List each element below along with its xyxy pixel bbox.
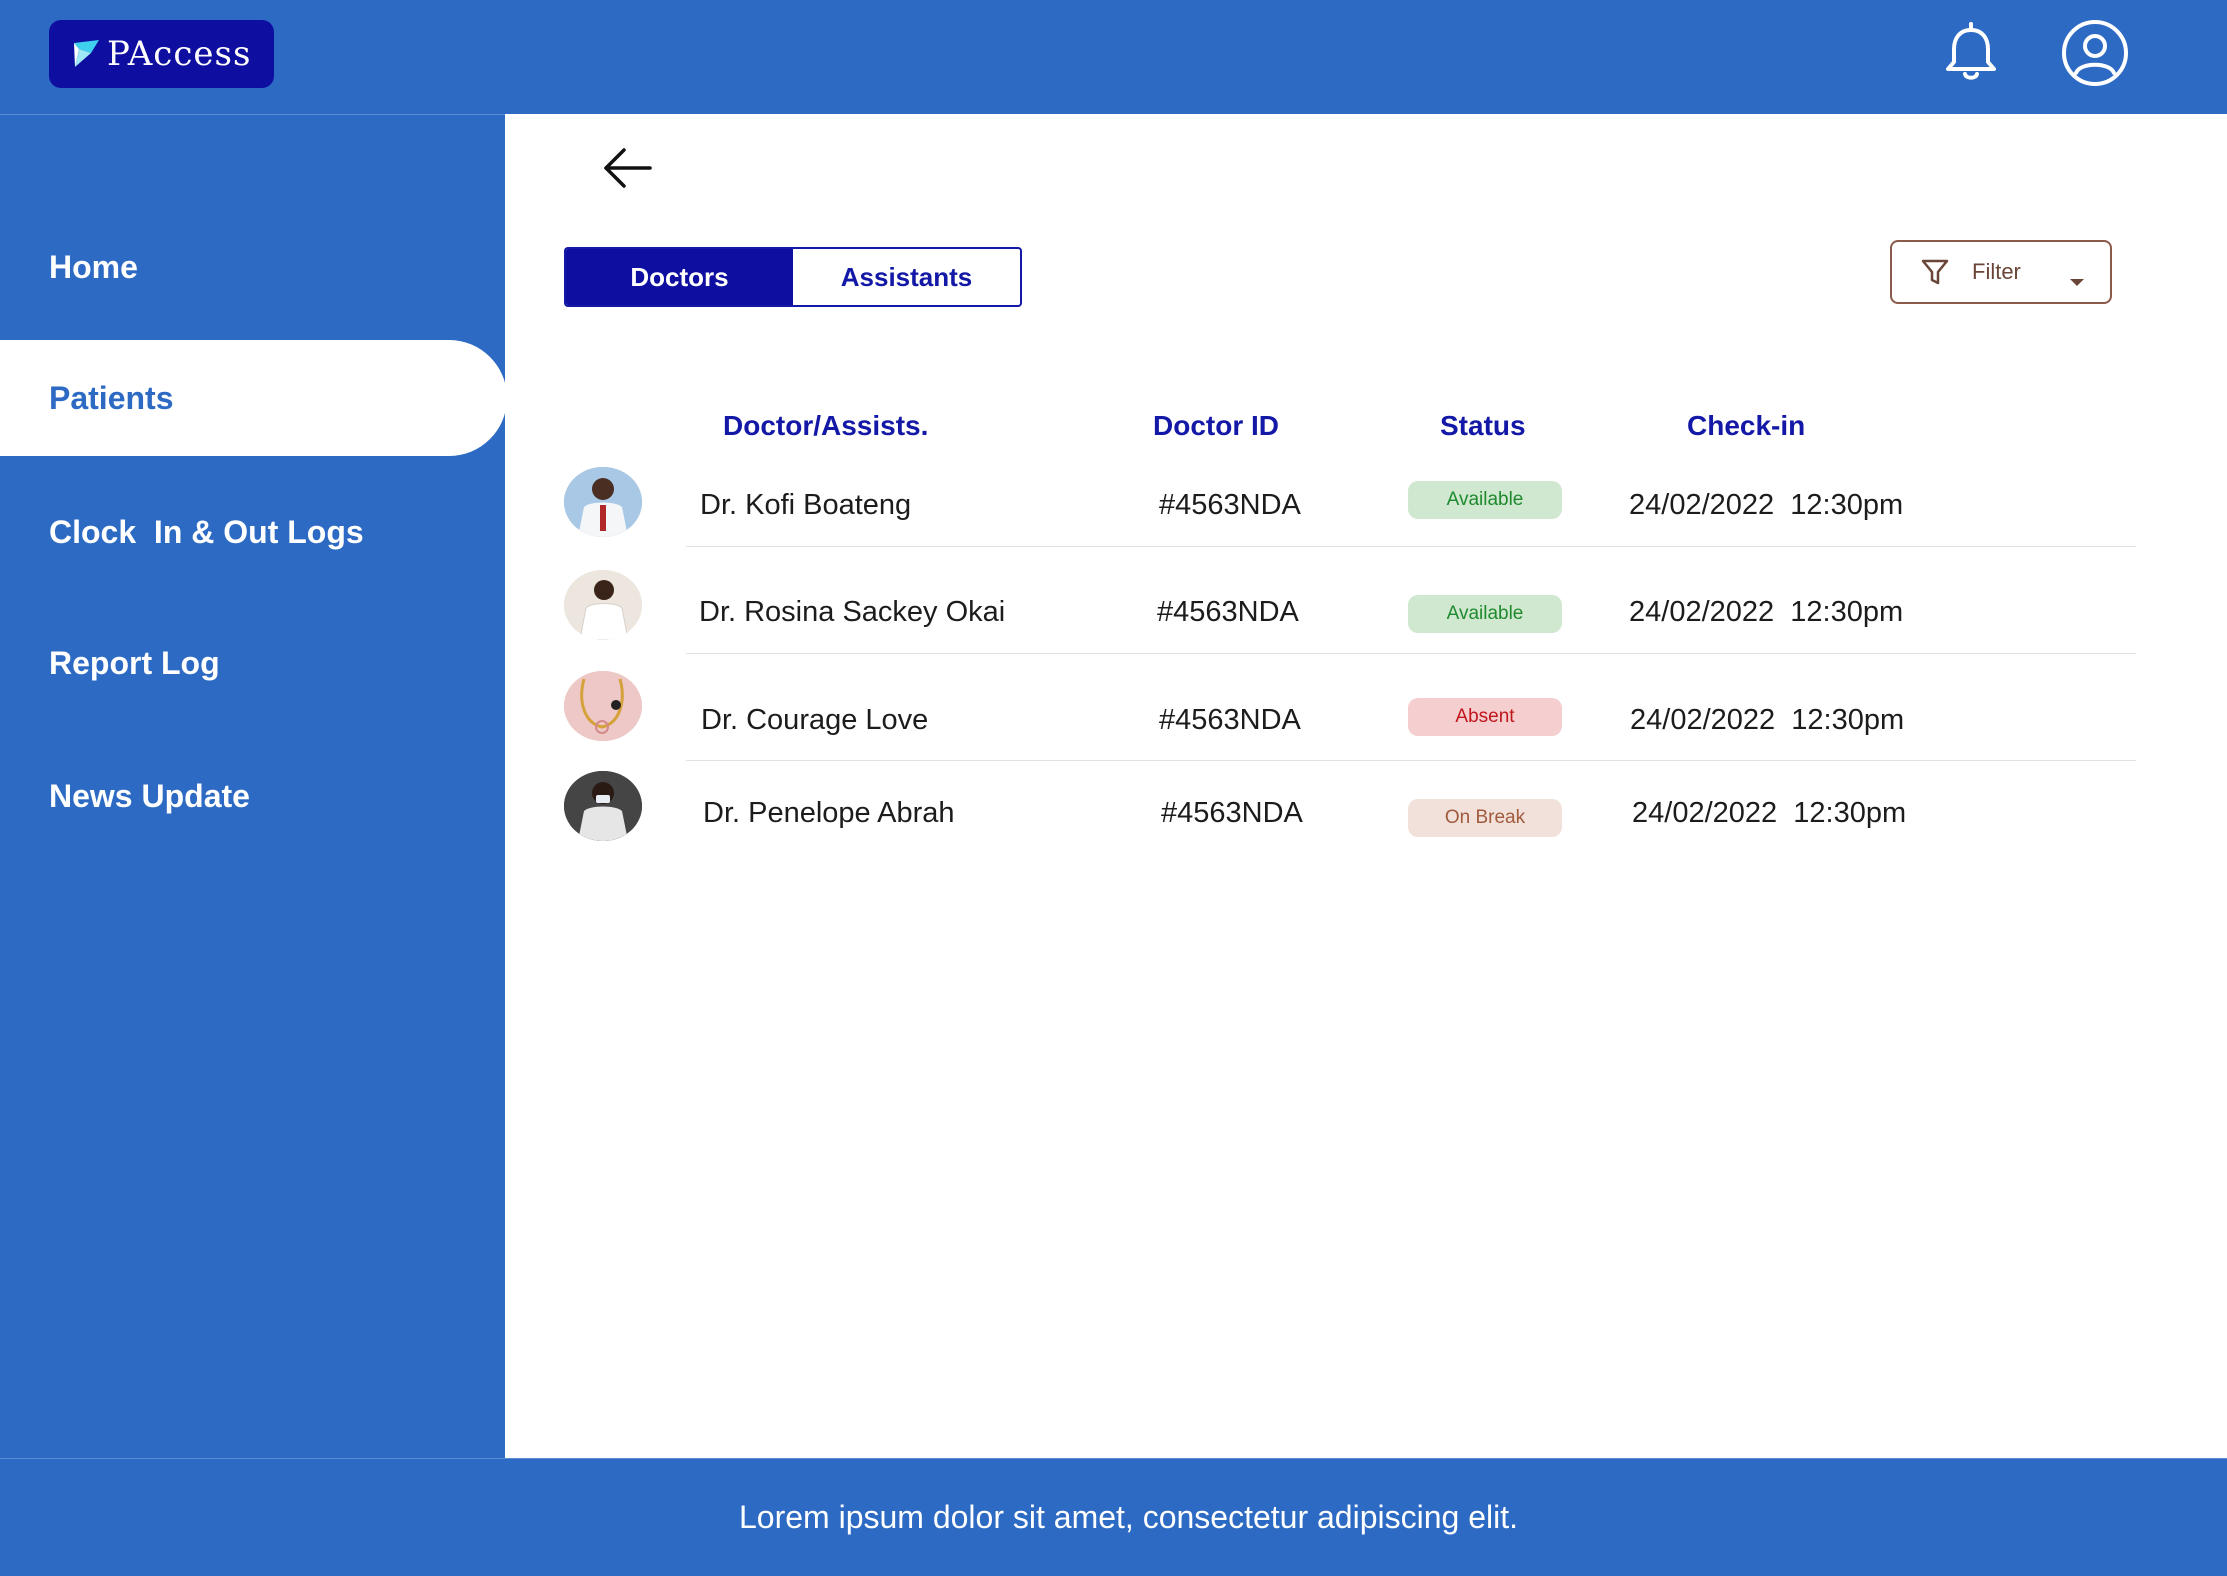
sidebar-item-patients[interactable]: Patients	[0, 340, 507, 456]
sidebar-item-label: Patients	[49, 379, 174, 416]
sidebar-item-label: News Update	[49, 777, 250, 814]
avatar	[564, 570, 642, 640]
check-in-time: 24/02/2022 12:30pm	[1629, 596, 1904, 628]
column-header-check-in[interactable]: Check-in	[1687, 410, 1805, 442]
tab-assistants[interactable]: Assistants	[793, 249, 1020, 305]
column-header-name[interactable]: Doctor/Assists.	[723, 410, 928, 442]
column-header-doctor-id[interactable]: Doctor ID	[1153, 410, 1279, 442]
filter-icon	[1920, 257, 1950, 287]
status-badge: Available	[1408, 481, 1562, 519]
doctor-name: Dr. Courage Love	[701, 704, 929, 736]
status-badge: Available	[1408, 595, 1562, 633]
table-row[interactable]: Dr. Penelope Abrah #4563NDA On Break 24/…	[564, 771, 2136, 851]
sidebar-item-label: Clock In & Out Logs	[49, 513, 364, 550]
sidebar-item-news-update[interactable]: News Update	[0, 738, 505, 854]
status-badge: On Break	[1408, 799, 1562, 837]
bell-icon[interactable]	[1936, 18, 2006, 88]
doctor-id: #4563NDA	[1159, 704, 1301, 736]
sidebar-item-home[interactable]: Home	[0, 209, 505, 325]
filter-dropdown[interactable]: Filter	[1890, 240, 2112, 304]
sidebar-item-report-log[interactable]: Report Log	[0, 605, 505, 721]
check-in-time: 24/02/2022 12:30pm	[1630, 704, 1905, 736]
doctor-name: Dr. Rosina Sackey Okai	[699, 596, 1006, 628]
app-logo[interactable]: PAccess	[49, 20, 274, 88]
doctor-name: Dr. Penelope Abrah	[703, 797, 955, 829]
doctor-id: #4563NDA	[1161, 797, 1303, 829]
row-divider	[686, 546, 2136, 547]
sidebar-item-label: Report Log	[49, 644, 220, 681]
footer: Lorem ipsum dolor sit amet, consectetur …	[0, 1458, 2227, 1576]
sidebar-item-label: Home	[49, 248, 138, 285]
avatar	[564, 771, 642, 841]
doctor-id: #4563NDA	[1159, 489, 1301, 521]
avatar	[564, 467, 642, 537]
table-row[interactable]: Dr. Courage Love #4563NDA Absent 24/02/2…	[564, 669, 2136, 749]
filter-label: Filter	[1972, 259, 2021, 284]
logo-text: PAccess	[107, 34, 252, 74]
check-in-time: 24/02/2022 12:30pm	[1629, 489, 1904, 521]
tab-doctors[interactable]: Doctors	[566, 249, 793, 305]
table-row[interactable]: Dr. Kofi Boateng #4563NDA Available 24/0…	[564, 465, 2136, 545]
chevron-down-icon	[2069, 267, 2085, 286]
table-row[interactable]: Dr. Rosina Sackey Okai #4563NDA Availabl…	[564, 570, 2136, 650]
sidebar-item-clock-logs[interactable]: Clock In & Out Logs	[0, 474, 505, 590]
doctor-id: #4563NDA	[1157, 596, 1299, 628]
doctor-name: Dr. Kofi Boateng	[700, 489, 912, 521]
check-in-time: 24/02/2022 12:30pm	[1632, 797, 1907, 829]
footer-text: Lorem ipsum dolor sit amet, consectetur …	[738, 1499, 1518, 1535]
logo-mark-icon	[71, 39, 101, 69]
column-header-status[interactable]: Status	[1440, 410, 1526, 442]
row-divider	[686, 760, 2136, 761]
status-badge: Absent	[1408, 698, 1562, 736]
avatar	[564, 671, 642, 741]
profile-icon[interactable]	[2060, 18, 2130, 88]
tab-group: Doctors Assistants	[564, 247, 1022, 307]
back-arrow-icon[interactable]	[598, 140, 658, 200]
row-divider	[686, 653, 2136, 654]
top-bar: PAccess	[0, 0, 2227, 114]
